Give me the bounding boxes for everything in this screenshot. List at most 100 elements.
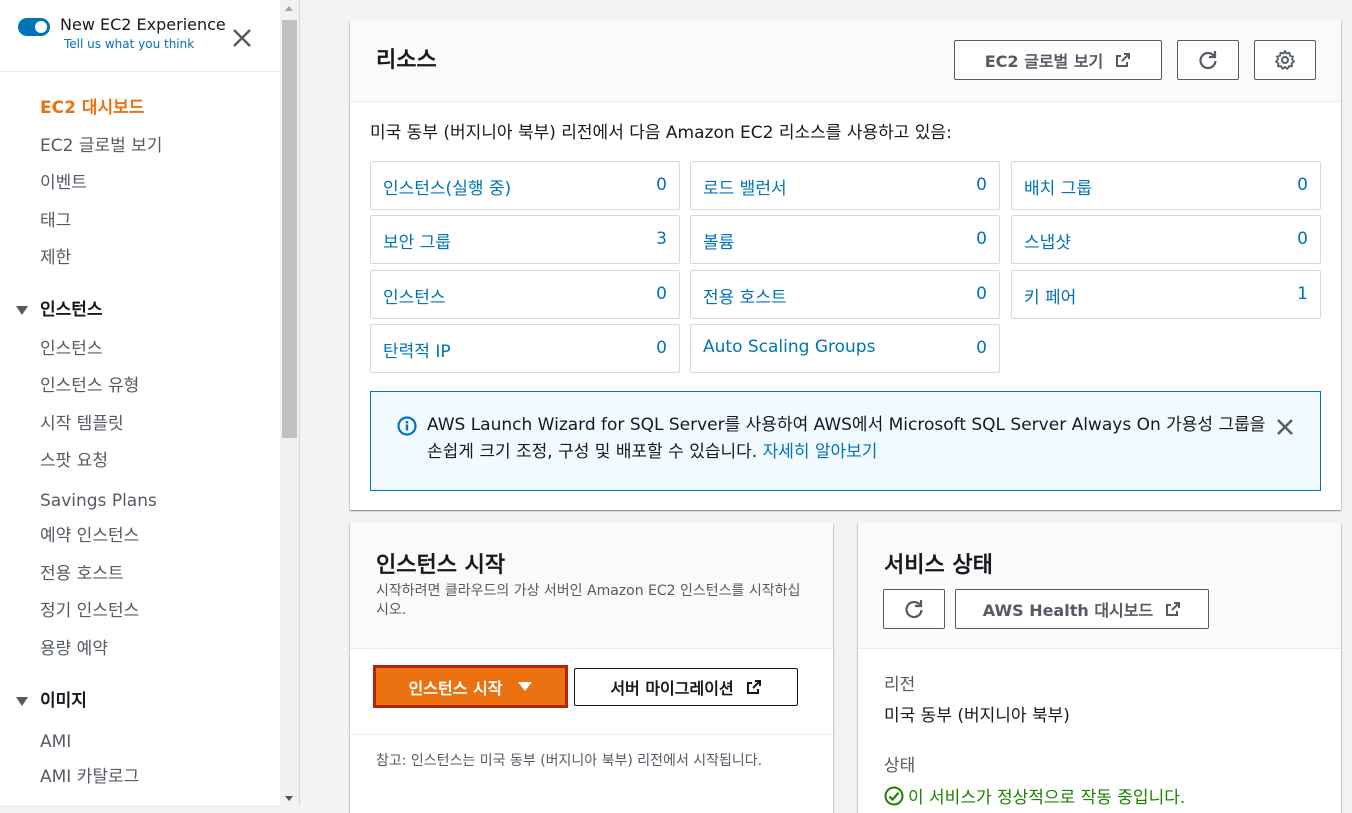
resource-count: 3 [656,229,667,249]
resource-card-snapshots[interactable]: 스냅샷 0 [1011,215,1321,264]
learn-more-link[interactable]: 자세히 알아보기 [763,442,878,462]
caret-down-icon [16,305,28,315]
external-link-icon [746,680,761,694]
resource-label: 인스턴스(실행 중) [383,179,512,199]
feedback-link[interactable]: Tell us what you think [64,36,226,52]
resources-header: 리소스 EC2 글로벌 보기 [350,20,1341,102]
resource-label: 키 페어 [1024,288,1077,308]
resource-label: 볼륨 [703,233,735,253]
resource-card-placement-groups[interactable]: 배치 그룹 0 [1011,161,1321,210]
launch-divider [350,734,833,735]
sidebar-item-reserved-instances[interactable]: 예약 인스턴스 [40,525,139,547]
sidebar-item-events[interactable]: 이벤트 [40,172,87,194]
resource-label: 배치 그룹 [1024,179,1092,199]
ec2-global-view-label: EC2 글로벌 보기 [984,52,1104,71]
resource-count: 0 [976,338,987,358]
service-health-header: 서비스 상태 AWS Health 대시보드 [858,523,1341,649]
resource-card-running-instances[interactable]: 인스턴스(실행 중) 0 [370,161,680,210]
resource-count: 0 [656,338,667,358]
launch-instance-button[interactable]: 인스턴스 시작 [373,665,568,708]
ec2-global-view-button[interactable]: EC2 글로벌 보기 [954,40,1162,80]
sidebar-item-launch-templates[interactable]: 시작 템플릿 [40,413,124,435]
caret-down-icon [518,682,533,691]
external-link-icon [1166,602,1181,616]
new-experience-toggle-row: New EC2 Experience Tell us what you thin… [18,14,226,52]
resource-label: Auto Scaling Groups [703,337,876,357]
sidebar-item-ami-catalog[interactable]: AMI 카탈로그 [40,766,139,788]
aws-health-dashboard-button[interactable]: AWS Health 대시보드 [955,589,1209,629]
sidebar: New EC2 Experience Tell us what you thin… [0,0,280,805]
sidebar-section-label: 이미지 [40,691,87,711]
caret-down-icon [16,696,28,706]
sidebar-item-instances[interactable]: 인스턴스 [40,338,103,360]
check-circle-icon [884,786,904,805]
info-icon [397,416,417,436]
resource-count: 0 [656,175,667,195]
sidebar-border [299,0,300,805]
refresh-button[interactable] [883,589,945,629]
new-experience-label: New EC2 Experience [60,15,226,34]
sidebar-item-dedicated-hosts[interactable]: 전용 호스트 [40,563,124,585]
launch-instance-header: 인스턴스 시작 시작하려면 클라우드의 가상 서버인 Amazon EC2 인스… [350,523,833,649]
resources-description: 미국 동부 (버지니아 북부) 리전에서 다음 Amazon EC2 리소스를 … [370,123,952,143]
settings-button[interactable] [1254,40,1316,80]
resource-card-auto-scaling-groups[interactable]: Auto Scaling Groups 0 [690,324,1000,373]
sidebar-item-instance-types[interactable]: 인스턴스 유형 [40,375,139,397]
server-migration-label: 서버 마이그레이션 [610,679,734,698]
resources-title: 리소스 [376,48,437,73]
sidebar-item-savings-plans[interactable]: Savings Plans [40,490,157,512]
scroll-down-arrow-icon[interactable] [285,796,293,801]
resource-label: 로드 밸런서 [703,179,787,199]
resource-count: 0 [656,284,667,304]
status-value: 이 서비스가 정상적으로 작동 중입니다. [884,783,1185,808]
resource-label: 전용 호스트 [703,288,787,308]
refresh-button[interactable] [1177,40,1239,80]
server-migration-button[interactable]: 서버 마이그레이션 [574,668,798,706]
resource-card-security-groups[interactable]: 보안 그룹 3 [370,215,680,264]
resource-count: 0 [976,284,987,304]
resource-count: 0 [976,229,987,249]
close-icon[interactable] [1274,416,1296,438]
refresh-icon [1199,51,1217,70]
resource-count: 0 [976,175,987,195]
sidebar-item-ami[interactable]: AMI [40,731,71,753]
service-health-title: 서비스 상태 [884,553,993,578]
sidebar-item-ec2-global-view[interactable]: EC2 글로벌 보기 [40,135,162,157]
resource-card-load-balancers[interactable]: 로드 밸런서 0 [690,161,1000,210]
region-label: 리전 [884,675,916,695]
resource-count: 1 [1297,284,1308,304]
sidebar-scrollbar[interactable] [280,0,299,805]
resource-count: 0 [1297,175,1308,195]
info-message: AWS Launch Wizard for SQL Server를 사용하여 A… [427,412,1267,466]
resource-label: 보안 그룹 [383,233,451,253]
launch-instance-title: 인스턴스 시작 [376,553,506,578]
resource-card-instances[interactable]: 인스턴스 0 [370,270,680,319]
close-icon[interactable] [230,26,254,50]
sidebar-section-images[interactable]: 이미지 [16,690,87,712]
sidebar-item-tags[interactable]: 태그 [40,210,71,232]
launch-instance-panel: 인스턴스 시작 시작하려면 클라우드의 가상 서버인 Amazon EC2 인스… [350,523,833,813]
resource-card-dedicated-hosts[interactable]: 전용 호스트 0 [690,270,1000,319]
sidebar-item-spot-requests[interactable]: 스팟 요청 [40,450,108,472]
resource-card-volumes[interactable]: 볼륨 0 [690,215,1000,264]
aws-health-dashboard-label: AWS Health 대시보드 [982,601,1154,620]
status-label: 상태 [884,756,916,776]
launch-instance-description: 시작하려면 클라우드의 가상 서버인 Amazon EC2 인스턴스를 시작하십… [376,583,801,618]
resources-panel: 리소스 EC2 글로벌 보기 미국 동부 (버지니아 북부) 리전에서 다음 A… [350,20,1341,510]
sidebar-item-ec2-dashboard[interactable]: EC2 대시보드 [40,97,144,119]
region-value: 미국 동부 (버지니아 북부) [884,706,1070,726]
sidebar-section-instances[interactable]: 인스턴스 [16,299,103,321]
new-experience-toggle[interactable] [18,18,50,36]
resource-card-elastic-ips[interactable]: 탄력적 IP 0 [370,324,680,373]
resource-label: 인스턴스 [383,288,446,308]
sidebar-item-limits[interactable]: 제한 [40,247,71,269]
scroll-up-arrow-icon[interactable] [285,6,293,11]
sidebar-section-label: 인스턴스 [40,300,103,320]
sidebar-item-scheduled-instances[interactable]: 정기 인스턴스 [40,600,139,622]
sidebar-item-capacity-reservations[interactable]: 용량 예약 [40,638,108,660]
info-alert: AWS Launch Wizard for SQL Server를 사용하여 A… [370,391,1321,491]
scrollbar-thumb[interactable] [282,20,297,438]
resource-count: 0 [1297,229,1308,249]
resource-card-key-pairs[interactable]: 키 페어 1 [1011,270,1321,319]
launch-note: 참고: 인스턴스는 미국 동부 (버지니아 북부) 리전에서 시작됩니다. [376,753,763,769]
